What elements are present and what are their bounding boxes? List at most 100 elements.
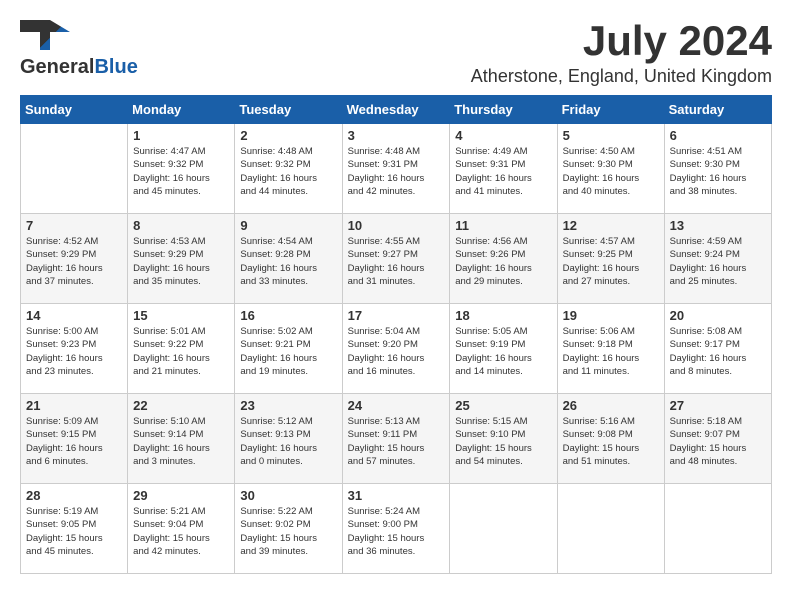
calendar-cell <box>450 484 557 574</box>
weekday-header-sunday: Sunday <box>21 96 128 124</box>
calendar-cell: 27 Sunrise: 5:18 AM Sunset: 9:07 PM Dayli… <box>664 394 771 484</box>
calendar-cell: 9Sunrise: 4:54 AM Sunset: 9:28 PM Daylig… <box>235 214 342 304</box>
calendar-cell: 13 Sunrise: 4:59 AM Sunset: 9:24 PM Dayli… <box>664 214 771 304</box>
day-number: 24 <box>348 398 445 413</box>
calendar-cell: 26Sunrise: 5:16 AM Sunset: 9:08 PM Dayli… <box>557 394 664 484</box>
day-number: 16 <box>240 308 336 323</box>
title-area: July 2024 Atherstone, England, United Ki… <box>471 20 772 87</box>
day-info: Sunrise: 4:55 AM Sunset: 9:27 PM Dayligh… <box>348 235 445 288</box>
day-info: Sunrise: 5:15 AM Sunset: 9:10 PM Dayligh… <box>455 415 551 468</box>
day-info: Sunrise: 5:21 AM Sunset: 9:04 PM Dayligh… <box>133 505 229 558</box>
weekday-header-monday: Monday <box>128 96 235 124</box>
day-info: Sunrise: 4:57 AM Sunset: 9:25 PM Dayligh… <box>563 235 659 288</box>
logo-general: General <box>20 56 94 79</box>
calendar-cell: 22 Sunrise: 5:10 AM Sunset: 9:14 PM Dayli… <box>128 394 235 484</box>
day-info: Sunrise: 5:12 AM Sunset: 9:13 PM Dayligh… <box>240 415 336 468</box>
day-info: Sunrise: 5:13 AM Sunset: 9:11 PM Dayligh… <box>348 415 445 468</box>
calendar-cell: 16Sunrise: 5:02 AM Sunset: 9:21 PM Dayli… <box>235 304 342 394</box>
day-info: Sunrise: 5:18 AM Sunset: 9:07 PM Dayligh… <box>670 415 766 468</box>
week-row-5: 28 Sunrise: 5:19 AM Sunset: 9:05 PM Dayli… <box>21 484 772 574</box>
day-number: 18 <box>455 308 551 323</box>
day-number: 14 <box>26 308 122 323</box>
calendar-cell: 28 Sunrise: 5:19 AM Sunset: 9:05 PM Dayli… <box>21 484 128 574</box>
day-info: Sunrise: 5:19 AM Sunset: 9:05 PM Dayligh… <box>26 505 122 558</box>
calendar-cell: 31 Sunrise: 5:24 AM Sunset: 9:00 PM Dayli… <box>342 484 450 574</box>
day-number: 8 <box>133 218 229 233</box>
day-info: Sunrise: 5:06 AM Sunset: 9:18 PM Dayligh… <box>563 325 659 378</box>
calendar-cell: 1 Sunrise: 4:47 AM Sunset: 9:32 PM Daylig… <box>128 124 235 214</box>
day-number: 12 <box>563 218 659 233</box>
calendar-table: SundayMondayTuesdayWednesdayThursdayFrid… <box>20 95 772 574</box>
day-number: 4 <box>455 128 551 143</box>
day-number: 5 <box>563 128 659 143</box>
weekday-header-tuesday: Tuesday <box>235 96 342 124</box>
day-number: 11 <box>455 218 551 233</box>
day-number: 25 <box>455 398 551 413</box>
day-number: 23 <box>240 398 336 413</box>
day-info: Sunrise: 4:52 AM Sunset: 9:29 PM Dayligh… <box>26 235 122 288</box>
day-info: Sunrise: 4:56 AM Sunset: 9:26 PM Dayligh… <box>455 235 551 288</box>
calendar-cell <box>21 124 128 214</box>
calendar-cell: 5Sunrise: 4:50 AM Sunset: 9:30 PM Daylig… <box>557 124 664 214</box>
day-number: 27 <box>670 398 766 413</box>
weekday-header-friday: Friday <box>557 96 664 124</box>
calendar-cell: 6 Sunrise: 4:51 AM Sunset: 9:30 PM Daylig… <box>664 124 771 214</box>
day-info: Sunrise: 5:16 AM Sunset: 9:08 PM Dayligh… <box>563 415 659 468</box>
day-info: Sunrise: 4:59 AM Sunset: 9:24 PM Dayligh… <box>670 235 766 288</box>
day-info: Sunrise: 5:00 AM Sunset: 9:23 PM Dayligh… <box>26 325 122 378</box>
day-info: Sunrise: 4:48 AM Sunset: 9:31 PM Dayligh… <box>348 145 445 198</box>
week-row-2: 7 Sunrise: 4:52 AM Sunset: 9:29 PM Daylig… <box>21 214 772 304</box>
calendar-cell: 14 Sunrise: 5:00 AM Sunset: 9:23 PM Dayli… <box>21 304 128 394</box>
day-info: Sunrise: 5:24 AM Sunset: 9:00 PM Dayligh… <box>348 505 445 558</box>
calendar-cell: 30 Sunrise: 5:22 AM Sunset: 9:02 PM Dayli… <box>235 484 342 574</box>
day-number: 6 <box>670 128 766 143</box>
location-title: Atherstone, England, United Kingdom <box>471 66 772 87</box>
day-number: 28 <box>26 488 122 503</box>
calendar-cell: 23 Sunrise: 5:12 AM Sunset: 9:13 PM Dayli… <box>235 394 342 484</box>
week-row-4: 21Sunrise: 5:09 AM Sunset: 9:15 PM Dayli… <box>21 394 772 484</box>
calendar-cell: 12 Sunrise: 4:57 AM Sunset: 9:25 PM Dayli… <box>557 214 664 304</box>
day-number: 20 <box>670 308 766 323</box>
day-info: Sunrise: 4:47 AM Sunset: 9:32 PM Dayligh… <box>133 145 229 198</box>
calendar-cell: 17 Sunrise: 5:04 AM Sunset: 9:20 PM Dayli… <box>342 304 450 394</box>
day-number: 29 <box>133 488 229 503</box>
day-number: 19 <box>563 308 659 323</box>
calendar-cell: 24 Sunrise: 5:13 AM Sunset: 9:11 PM Dayli… <box>342 394 450 484</box>
day-number: 30 <box>240 488 336 503</box>
calendar-cell: 11 Sunrise: 4:56 AM Sunset: 9:26 PM Dayli… <box>450 214 557 304</box>
calendar-cell: 20 Sunrise: 5:08 AM Sunset: 9:17 PM Dayli… <box>664 304 771 394</box>
day-number: 2 <box>240 128 336 143</box>
calendar-cell: 10 Sunrise: 4:55 AM Sunset: 9:27 PM Dayli… <box>342 214 450 304</box>
calendar-cell: 18Sunrise: 5:05 AM Sunset: 9:19 PM Dayli… <box>450 304 557 394</box>
calendar-cell: 4 Sunrise: 4:49 AM Sunset: 9:31 PM Daylig… <box>450 124 557 214</box>
day-number: 22 <box>133 398 229 413</box>
calendar-cell: 8 Sunrise: 4:53 AM Sunset: 9:29 PM Daylig… <box>128 214 235 304</box>
day-info: Sunrise: 5:01 AM Sunset: 9:22 PM Dayligh… <box>133 325 229 378</box>
logo: General GeneralBlue <box>20 20 138 79</box>
day-info: Sunrise: 4:49 AM Sunset: 9:31 PM Dayligh… <box>455 145 551 198</box>
day-number: 17 <box>348 308 445 323</box>
day-number: 13 <box>670 218 766 233</box>
day-number: 1 <box>133 128 229 143</box>
day-info: Sunrise: 5:22 AM Sunset: 9:02 PM Dayligh… <box>240 505 336 558</box>
weekday-header-row: SundayMondayTuesdayWednesdayThursdayFrid… <box>21 96 772 124</box>
day-info: Sunrise: 5:04 AM Sunset: 9:20 PM Dayligh… <box>348 325 445 378</box>
calendar-cell: 29 Sunrise: 5:21 AM Sunset: 9:04 PM Dayli… <box>128 484 235 574</box>
month-title: July 2024 <box>471 20 772 62</box>
calendar-cell: 2 Sunrise: 4:48 AM Sunset: 9:32 PM Daylig… <box>235 124 342 214</box>
day-info: Sunrise: 4:53 AM Sunset: 9:29 PM Dayligh… <box>133 235 229 288</box>
day-number: 10 <box>348 218 445 233</box>
calendar-cell: 7 Sunrise: 4:52 AM Sunset: 9:29 PM Daylig… <box>21 214 128 304</box>
calendar-cell: 3Sunrise: 4:48 AM Sunset: 9:31 PM Daylig… <box>342 124 450 214</box>
day-info: Sunrise: 4:51 AM Sunset: 9:30 PM Dayligh… <box>670 145 766 198</box>
day-number: 31 <box>348 488 445 503</box>
day-number: 7 <box>26 218 122 233</box>
day-info: Sunrise: 4:48 AM Sunset: 9:32 PM Dayligh… <box>240 145 336 198</box>
calendar-cell <box>557 484 664 574</box>
day-info: Sunrise: 5:08 AM Sunset: 9:17 PM Dayligh… <box>670 325 766 378</box>
weekday-header-wednesday: Wednesday <box>342 96 450 124</box>
calendar-cell: 15Sunrise: 5:01 AM Sunset: 9:22 PM Dayli… <box>128 304 235 394</box>
calendar-cell: 25 Sunrise: 5:15 AM Sunset: 9:10 PM Dayli… <box>450 394 557 484</box>
day-info: Sunrise: 5:09 AM Sunset: 9:15 PM Dayligh… <box>26 415 122 468</box>
day-info: Sunrise: 5:10 AM Sunset: 9:14 PM Dayligh… <box>133 415 229 468</box>
